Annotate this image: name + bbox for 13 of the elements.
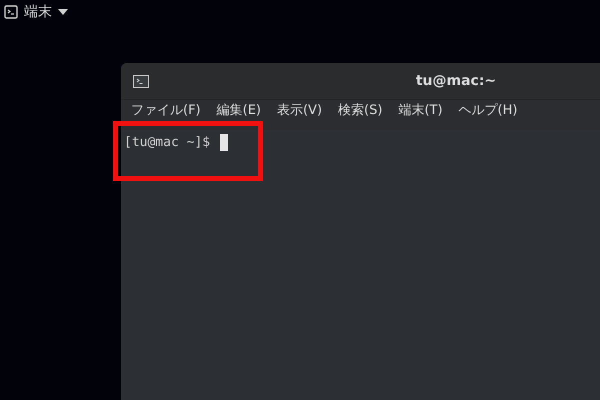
window-title: tu@mac:~	[416, 72, 496, 90]
terminal-icon	[133, 74, 149, 88]
app-menu[interactable]: 端末	[24, 2, 52, 22]
menu-item[interactable]: 端末(T)	[398, 103, 443, 119]
terminal-icon	[4, 5, 18, 19]
text-cursor	[220, 134, 228, 152]
menu-item[interactable]: 表示(V)	[276, 103, 322, 119]
menu-item[interactable]: ファイル(F)	[131, 103, 201, 119]
prompt-text: [tu@mac ~]$	[124, 134, 210, 152]
caret-icon[interactable]	[58, 9, 68, 15]
menu-item[interactable]: ヘルプ(H)	[458, 103, 518, 119]
menu-item[interactable]: 検索(S)	[338, 103, 382, 119]
menu-item[interactable]: 編集(E)	[216, 103, 261, 119]
